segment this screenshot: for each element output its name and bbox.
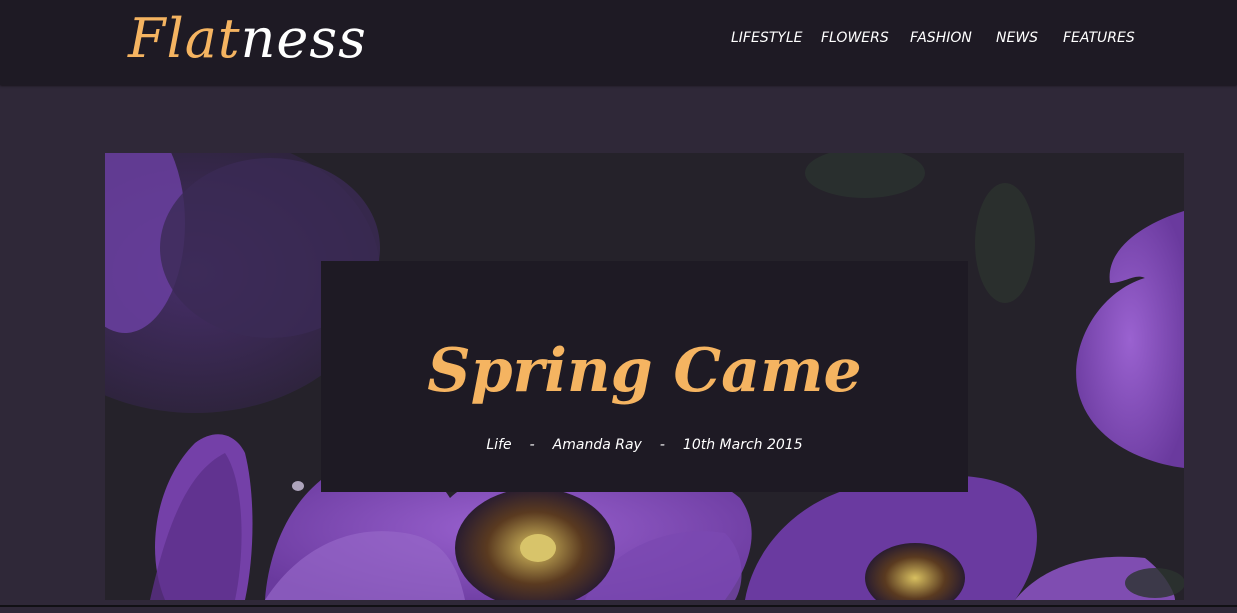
post-date: 10th March 2015 — [682, 437, 803, 453]
post-meta: Life - Amanda Ray - 10th March 2015 — [321, 435, 968, 455]
nav-item-features[interactable]: FEATURES — [1063, 28, 1135, 48]
nav-item-lifestyle[interactable]: LIFESTYLE — [731, 28, 802, 48]
site-header: Flatness LIFESTYLE FLOWERS FASHION NEWS … — [0, 0, 1237, 85]
post-author[interactable]: Amanda Ray — [553, 435, 642, 455]
hero-banner[interactable]: Spring Came Life - Amanda Ray - 10th March 2… — [105, 153, 1184, 600]
meta-separator: - — [529, 437, 535, 453]
nav-item-news[interactable]: NEWS — [996, 28, 1038, 48]
post-title[interactable]: Spring Came — [321, 331, 968, 411]
main-nav: LIFESTYLE FLOWERS FASHION NEWS FEATURES — [0, 28, 1237, 48]
nav-item-flowers[interactable]: FLOWERS — [821, 28, 889, 48]
divider-line — [0, 605, 1237, 607]
nav-item-fashion[interactable]: FASHION — [910, 28, 972, 48]
meta-separator: - — [659, 437, 665, 453]
post-category[interactable]: Life — [486, 435, 511, 455]
hero-caption-box: Spring Came Life - Amanda Ray - 10th March 2… — [321, 261, 968, 492]
